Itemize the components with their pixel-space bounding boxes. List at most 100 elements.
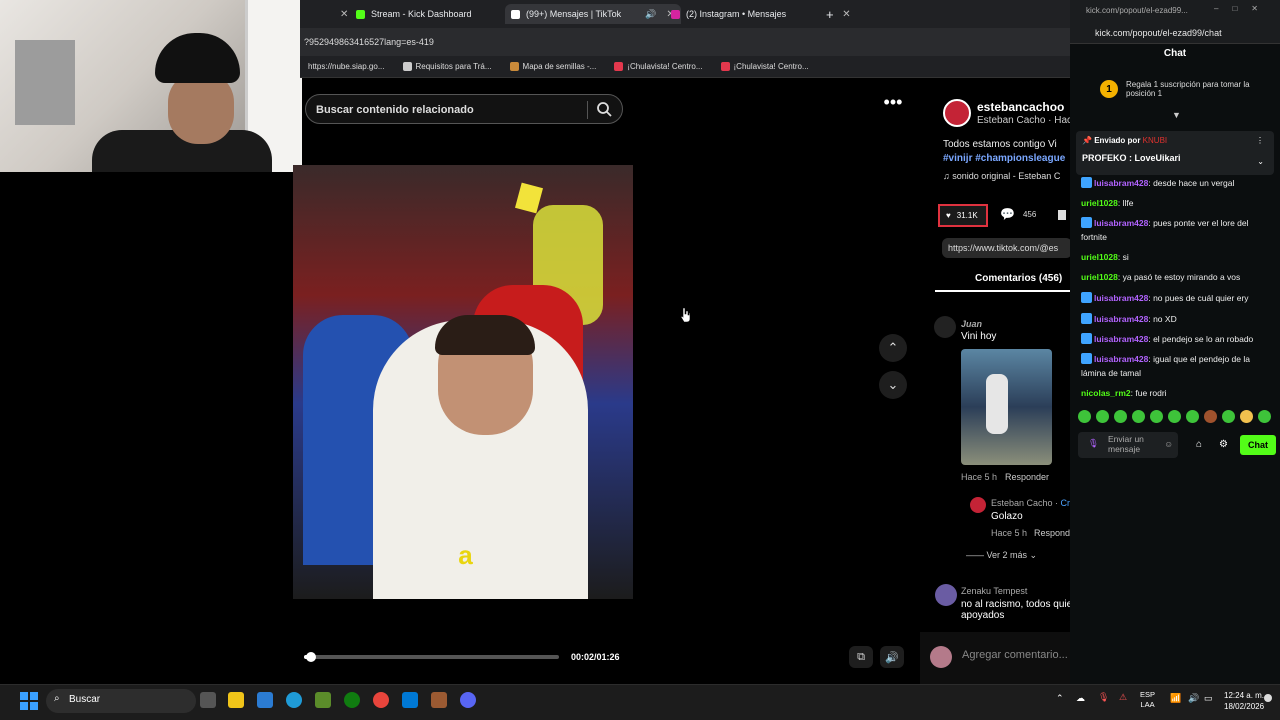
chat-title: Chat [1163,48,1187,59]
sub-badge-icon[interactable] [1081,333,1092,344]
windows-start-icon[interactable] [20,692,38,710]
shop-icon [614,62,624,71]
comment-image[interactable] [961,349,1052,465]
chevron-down-icon[interactable]: ⌄ [1257,157,1264,166]
sub-badge-icon[interactable] [1081,313,1092,324]
chat-username[interactable]: luisabram428 [1094,354,1148,364]
chat-message: nicolas_rm2: fue rodri [1081,388,1167,398]
chat-username[interactable]: luisabram428 [1094,293,1148,303]
chat-username[interactable]: nicolas_rm2 [1081,388,1131,398]
video-caption: a [458,540,473,570]
bookmark-item[interactable]: ¡Chulavista! Centro... [720,62,809,71]
sub-badge-icon[interactable] [1081,353,1092,364]
language-indicator[interactable]: ESP LAA [1140,690,1155,710]
video-progress-bar[interactable] [304,652,559,662]
avatar[interactable] [943,99,971,127]
avatar[interactable] [934,316,956,338]
chevron-up-icon[interactable]: ⌃ [1056,693,1064,704]
chrome-icon[interactable] [373,692,389,708]
store-icon[interactable] [257,692,273,708]
search-input[interactable]: Buscar contenido relacionado [305,94,623,124]
system-clock[interactable]: 12:24 a. m. 18/02/2026 [1224,690,1264,712]
bookmark-icon[interactable] [1058,210,1066,220]
like-button[interactable]: ♥ 31.1K [938,204,988,227]
comment-user[interactable]: Zenaku Tempest [961,586,1027,596]
mic-icon[interactable]: 🎙 [1088,438,1099,448]
discord-icon[interactable] [460,692,476,708]
cloud-icon[interactable]: ☁ [1076,693,1085,704]
folder-icon[interactable] [228,692,244,708]
chat-input[interactable]: 🎙 Enviar un mensaje ☺ [1078,432,1178,458]
taskbar-search[interactable]: ⌕ Buscar [46,689,196,713]
chat-username[interactable]: uriel1028 [1081,272,1118,282]
chat-text: desde hace un vergal [1153,178,1235,188]
hashtags[interactable]: #vinijr #championsleague [943,152,1073,166]
bookmark-item[interactable]: ¡Chulavista! Centro... [614,62,703,71]
gear-icon[interactable]: ⚙ [1219,439,1228,450]
gift-sub-promo[interactable]: 1 Regala 1 suscripción para tomar la pos… [1100,80,1270,98]
pip-icon[interactable]: ⧉ [849,646,873,668]
emoji-icon[interactable]: ☺ [1164,439,1173,449]
comment-user[interactable]: Juan [961,319,982,329]
sub-badge-icon[interactable] [1081,177,1092,188]
bookmark-item[interactable]: https://nube.siap.go... [308,62,385,71]
chat-text: ya pasó te estoy mirando a vos [1122,272,1241,282]
reply-button[interactable]: Responder [1005,472,1049,482]
wifi-icon[interactable]: 📶 [1170,693,1181,704]
kick-url-bar[interactable]: kick.com/popout/el-ezad99/chat [1070,22,1280,44]
music-label[interactable]: ♫ sonido original - Esteban C [943,171,1060,181]
sub-badge-icon[interactable] [1081,292,1092,303]
video-player[interactable]: a [293,165,633,599]
chat-username[interactable]: luisabram428 [1094,218,1148,228]
bookmark-item[interactable]: Requisitos para Trá... [402,62,492,71]
view-more-replies[interactable]: —— Ver 2 más ⌄ [966,550,1037,561]
bookmarks-bar: https://nube.siap.go... Requisitos para … [300,56,1070,78]
chat-username[interactable]: luisabram428 [1094,314,1148,324]
battery-icon[interactable]: ▭ [1204,693,1213,704]
task-view-icon[interactable] [200,692,216,708]
close-tab-icon[interactable]: ✕ [842,9,850,20]
search-icon: ⌕ [54,693,60,704]
comment-time: Hace 5 h [991,528,1028,538]
window-controls-icon[interactable]: –□✕ [1214,4,1272,13]
chat-username[interactable]: luisabram428 [1094,334,1148,344]
xbox-icon[interactable] [344,692,360,708]
address-bar[interactable]: ?952949863416527lang=es-419 [300,28,1070,56]
bookmark-item[interactable]: Mapa de semillas -... [509,62,596,71]
chat-username[interactable]: uriel1028 [1081,252,1118,262]
search-icon[interactable] [596,101,612,117]
chat-username[interactable]: luisabram428 [1094,178,1148,188]
pin-icon: 📌 [1082,136,1092,145]
alert-icon[interactable]: ⚠ [1119,692,1127,703]
pinned-message[interactable]: 📌 Enviado por KNUBI PROFEKO : LoveUikari… [1076,131,1274,175]
new-tab-button[interactable]: + [820,4,840,24]
volume-icon[interactable]: 🔊 [880,646,904,668]
edge-icon[interactable] [286,692,302,708]
author-name[interactable]: estebancachoo [977,100,1064,114]
volume-icon[interactable]: 🔊 [1188,693,1199,704]
more-options-icon[interactable]: ⋮ [1256,136,1264,145]
collapse-icon[interactable]: ▼ [1172,110,1181,120]
comment-button[interactable]: 💬 456 [1000,207,1036,221]
emote-bar[interactable] [1078,410,1274,426]
avatar[interactable] [935,584,957,606]
send-chat-button[interactable]: Chat [1240,435,1276,455]
notification-icon[interactable] [1264,694,1272,702]
sub-badge-icon[interactable] [1081,217,1092,228]
chat-text: fue rodri [1135,388,1167,398]
outlook-icon[interactable] [402,692,418,708]
previous-video-button[interactable]: ⌃ [879,334,907,362]
tab-tiktok[interactable]: (99+) Mensajes | TikTok 🔊 ✕ [505,4,681,24]
copy-link-field[interactable]: https://www.tiktok.com/@es [942,238,1072,258]
store-icon[interactable]: ⌂ [1196,439,1202,450]
chat-username[interactable]: uriel1028 [1081,198,1118,208]
avatar[interactable] [970,497,986,513]
mic-icon[interactable]: 🎙 [1098,692,1109,703]
next-video-button[interactable]: ⌄ [879,371,907,399]
speaker-icon[interactable]: 🔊 [645,9,656,20]
tab-comments[interactable]: Comentarios (456) [975,273,1062,284]
more-options-icon[interactable]: ••• [880,93,906,116]
minecraft-icon[interactable] [315,692,331,708]
chat-message: luisabram428: el pendejo se lo an robado [1081,332,1271,346]
app-icon[interactable] [431,692,447,708]
